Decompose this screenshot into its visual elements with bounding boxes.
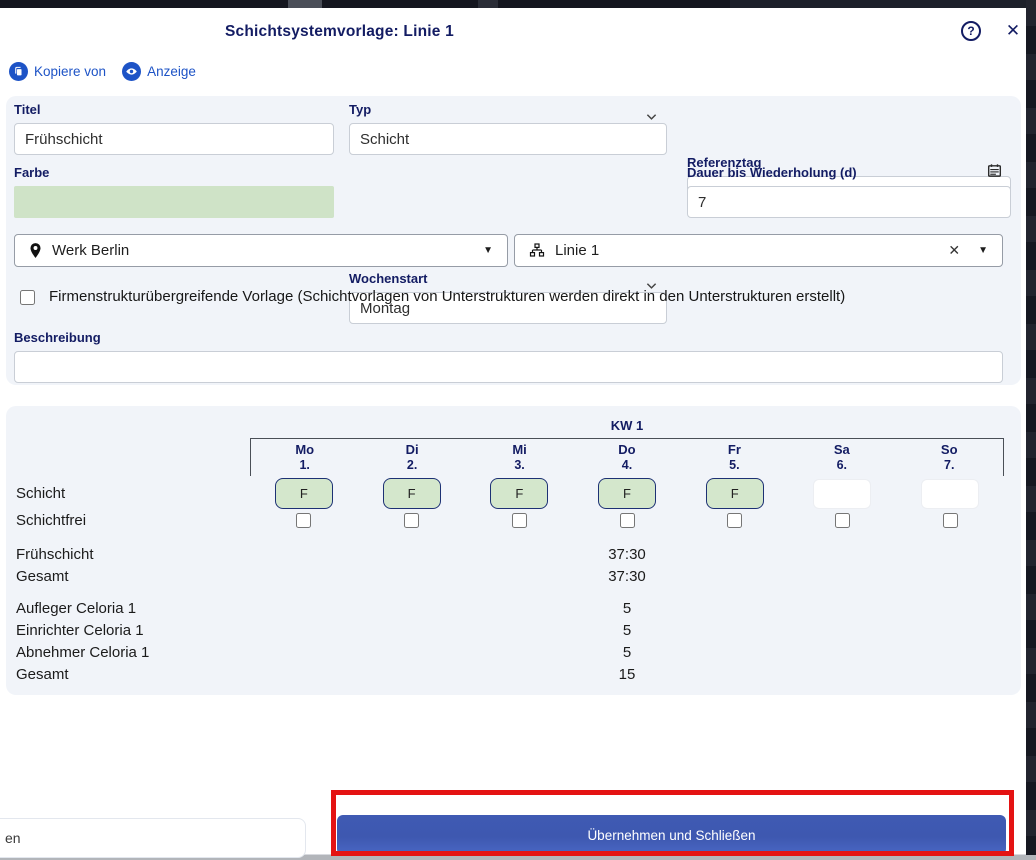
color-swatch[interactable] xyxy=(14,186,334,218)
staffing-total-label: Gesamt xyxy=(16,666,69,683)
dropdown-arrow-icon: ▼ xyxy=(978,245,988,256)
shiftfree-checkbox-di[interactable] xyxy=(404,513,420,528)
structure-value: Werk Berlin xyxy=(52,242,130,259)
cross-structure-label: Firmenstrukturübergreifende Vorlage (Sch… xyxy=(49,288,846,305)
staffing-total-value: 15 xyxy=(618,666,636,683)
staffing-row-label: Aufleger Celoria 1 xyxy=(16,600,137,617)
structure-dropdown[interactable]: Werk Berlin ▼ xyxy=(14,234,508,267)
toolbar: Kopiere von Anzeige xyxy=(9,62,196,81)
copy-icon xyxy=(9,62,28,81)
day-header-mi: Mi 3. xyxy=(512,442,527,472)
window-top-edge xyxy=(0,0,1036,8)
day-header-sa: Sa 6. xyxy=(833,442,850,472)
substructure-dropdown[interactable]: Linie 1 ✕ ▼ xyxy=(514,234,1003,267)
help-icon[interactable]: ? xyxy=(961,21,981,41)
wochenstart-label: Wochenstart xyxy=(349,271,428,286)
shiftfree-checkbox-mo[interactable] xyxy=(296,513,312,528)
top-edge-segment xyxy=(478,0,498,8)
day-header-row: Mo 1. Di 2. Mi 3. Do 4. Fr 5. Sa 6. So 7… xyxy=(250,438,1004,476)
staffing-row-value: 5 xyxy=(622,600,632,617)
top-edge-segment xyxy=(730,0,1026,8)
shift-button-mi[interactable]: F xyxy=(490,478,549,509)
shift-template-dialog: Schichtsystemvorlage: Linie 1 ? ✕ Kopier… xyxy=(0,8,1026,858)
day-header-fr: Fr 5. xyxy=(727,442,741,472)
shift-free-row xyxy=(250,513,1004,528)
dialog-title: Schichtsystemvorlage: Linie 1 xyxy=(225,23,454,40)
shiftfree-checkbox-sa[interactable] xyxy=(834,513,850,528)
typ-label: Typ xyxy=(349,102,372,117)
day-header-mo: Mo 1. xyxy=(295,442,315,472)
shift-button-do[interactable]: F xyxy=(598,478,657,509)
cross-structure-row: Firmenstrukturübergreifende Vorlage (Sch… xyxy=(20,288,845,305)
hours-row-label: Frühschicht xyxy=(16,546,94,563)
dauer-label: Dauer bis Wiederholung (d) xyxy=(687,165,857,180)
shiftfree-checkbox-so[interactable] xyxy=(942,513,958,528)
top-edge-segment xyxy=(288,0,322,8)
shiftfree-checkbox-do[interactable] xyxy=(619,513,635,528)
day-header-do: Do 4. xyxy=(618,442,636,472)
shift-row: F F F F F xyxy=(250,478,1004,509)
secondary-button-partial[interactable]: en xyxy=(0,818,306,858)
beschreibung-input[interactable] xyxy=(14,351,1003,383)
week-header: KW 1 xyxy=(610,418,644,433)
shiftfree-checkbox-fr[interactable] xyxy=(727,513,743,528)
staffing-row-label: Abnehmer Celoria 1 xyxy=(16,644,150,661)
copy-from-label: Kopiere von xyxy=(34,64,107,79)
staffing-row-label: Einrichter Celoria 1 xyxy=(16,622,144,639)
close-icon[interactable]: ✕ xyxy=(1002,20,1024,42)
form-panel: Titel Typ Referenztag xyxy=(6,96,1021,385)
apply-and-close-button[interactable]: Übernehmen und Schließen xyxy=(337,815,1006,855)
shift-button-fr[interactable]: F xyxy=(705,478,764,509)
farbe-label: Farbe xyxy=(14,165,50,180)
field-titel: Titel xyxy=(14,102,334,155)
background-right-edge xyxy=(1026,0,1036,860)
beschreibung-label: Beschreibung xyxy=(14,330,101,345)
hours-total-value: 37:30 xyxy=(608,568,646,585)
titel-input[interactable] xyxy=(14,123,334,155)
cross-structure-checkbox[interactable] xyxy=(20,290,35,305)
shift-free-row-label: Schichtfrei xyxy=(16,512,87,529)
field-dauer: Dauer bis Wiederholung (d) xyxy=(687,165,1011,218)
clear-icon[interactable]: ✕ xyxy=(948,242,960,259)
shift-button-mo[interactable]: F xyxy=(274,478,333,509)
typ-select[interactable] xyxy=(349,123,667,155)
shift-input-so[interactable] xyxy=(921,478,980,509)
location-pin-icon xyxy=(29,242,42,259)
display-label: Anzeige xyxy=(147,64,196,79)
field-typ: Typ xyxy=(349,102,667,155)
field-farbe: Farbe xyxy=(14,165,334,218)
shift-input-sa[interactable] xyxy=(813,478,872,509)
copy-from-button[interactable]: Kopiere von xyxy=(9,62,106,81)
staffing-row-value: 5 xyxy=(622,644,632,661)
shiftfree-checkbox-mi[interactable] xyxy=(511,513,527,528)
dropdown-arrow-icon: ▼ xyxy=(483,245,493,256)
hours-total-label: Gesamt xyxy=(16,568,69,585)
hierarchy-icon xyxy=(529,242,545,259)
titel-label: Titel xyxy=(14,102,41,117)
staffing-row-value: 5 xyxy=(622,622,632,639)
field-beschreibung: Beschreibung xyxy=(14,330,1003,383)
display-button[interactable]: Anzeige xyxy=(122,62,196,81)
eye-icon xyxy=(122,62,142,81)
dauer-input[interactable] xyxy=(687,186,1011,218)
hours-row-value: 37:30 xyxy=(608,546,646,563)
substructure-value: Linie 1 xyxy=(555,242,600,259)
day-header-so: So 7. xyxy=(940,442,958,472)
day-header-di: Di 2. xyxy=(405,442,419,472)
shift-button-di[interactable]: F xyxy=(382,478,441,509)
schedule-panel: KW 1 Mo 1. Di 2. Mi 3. Do 4. Fr 5. Sa 6.… xyxy=(6,406,1021,695)
shift-row-label: Schicht xyxy=(16,485,66,502)
